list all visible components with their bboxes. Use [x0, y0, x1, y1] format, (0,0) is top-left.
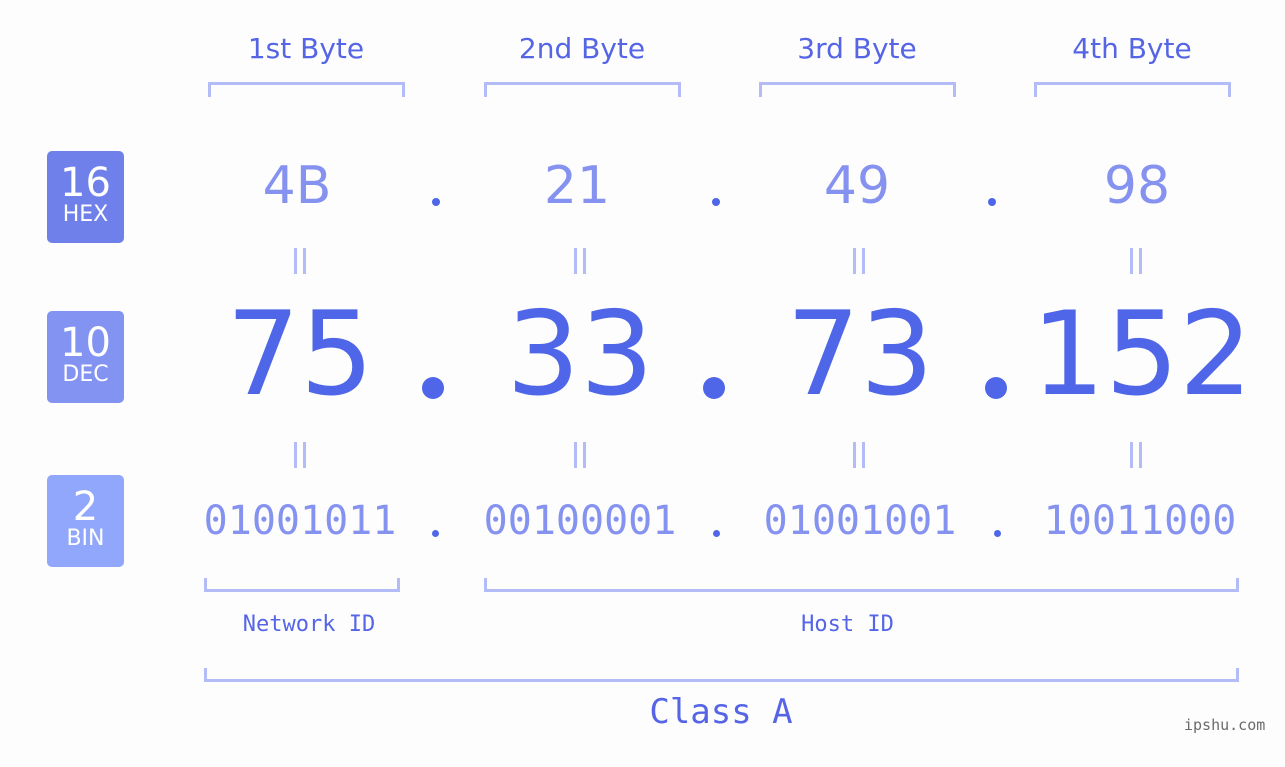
- hex-dot-2: [712, 198, 720, 206]
- byte-bracket-4: [1034, 82, 1231, 97]
- hex-byte-4: 98: [1103, 156, 1171, 216]
- byte-label-2: 2nd Byte: [518, 32, 646, 65]
- hex-dot-1: [432, 198, 440, 206]
- dec-dot-2: [703, 377, 725, 399]
- class-label: Class A: [649, 692, 793, 732]
- dec-byte-4: 152: [1031, 287, 1253, 422]
- host-id-label: Host ID: [801, 612, 894, 637]
- dec-byte-2: 33: [506, 287, 654, 422]
- hex-byte-1: 4B: [262, 156, 332, 216]
- byte-label-1: 1st Byte: [247, 32, 365, 65]
- equals-icon: [1128, 248, 1144, 274]
- bin-byte-2: 00100001: [483, 498, 677, 544]
- dec-dot-3: [985, 377, 1007, 399]
- equals-icon: [851, 248, 867, 274]
- host-id-bracket: [484, 578, 1239, 592]
- equals-icon: [572, 442, 588, 468]
- bin-byte-3: 01001001: [763, 498, 957, 544]
- dec-badge: 10 DEC: [47, 311, 124, 403]
- dec-byte-3: 73: [786, 287, 934, 422]
- network-id-label: Network ID: [242, 612, 376, 637]
- hex-badge: 16 HEX: [47, 151, 124, 243]
- bin-label: BIN: [66, 526, 105, 551]
- bin-dot-1: [432, 530, 439, 537]
- bin-badge: 2 BIN: [47, 475, 124, 567]
- byte-label-3: 3rd Byte: [797, 32, 917, 65]
- byte-label-4: 4th Byte: [1072, 32, 1192, 65]
- hex-byte-2: 21: [543, 156, 611, 216]
- dec-byte-1: 75: [226, 287, 374, 422]
- bin-byte-4: 10011000: [1043, 498, 1237, 544]
- bin-base: 2: [72, 484, 99, 530]
- bin-byte-1: 01001011: [203, 498, 397, 544]
- class-bracket: [204, 668, 1239, 682]
- equals-icon: [292, 442, 308, 468]
- hex-byte-3: 49: [823, 156, 891, 216]
- dec-base: 10: [60, 320, 111, 366]
- bin-dot-2: [713, 530, 720, 537]
- watermark: ipshu.com: [1184, 716, 1266, 734]
- hex-base: 16: [60, 160, 111, 206]
- hex-label: HEX: [62, 202, 109, 227]
- byte-bracket-2: [484, 82, 681, 97]
- equals-icon: [1128, 442, 1144, 468]
- hex-dot-3: [988, 198, 996, 206]
- equals-icon: [851, 442, 867, 468]
- network-id-bracket: [204, 578, 400, 592]
- byte-bracket-3: [759, 82, 956, 97]
- dec-label: DEC: [62, 362, 109, 387]
- equals-icon: [572, 248, 588, 274]
- byte-bracket-1: [208, 82, 405, 97]
- equals-icon: [292, 248, 308, 274]
- bin-dot-3: [994, 530, 1001, 537]
- dec-dot-1: [422, 377, 444, 399]
